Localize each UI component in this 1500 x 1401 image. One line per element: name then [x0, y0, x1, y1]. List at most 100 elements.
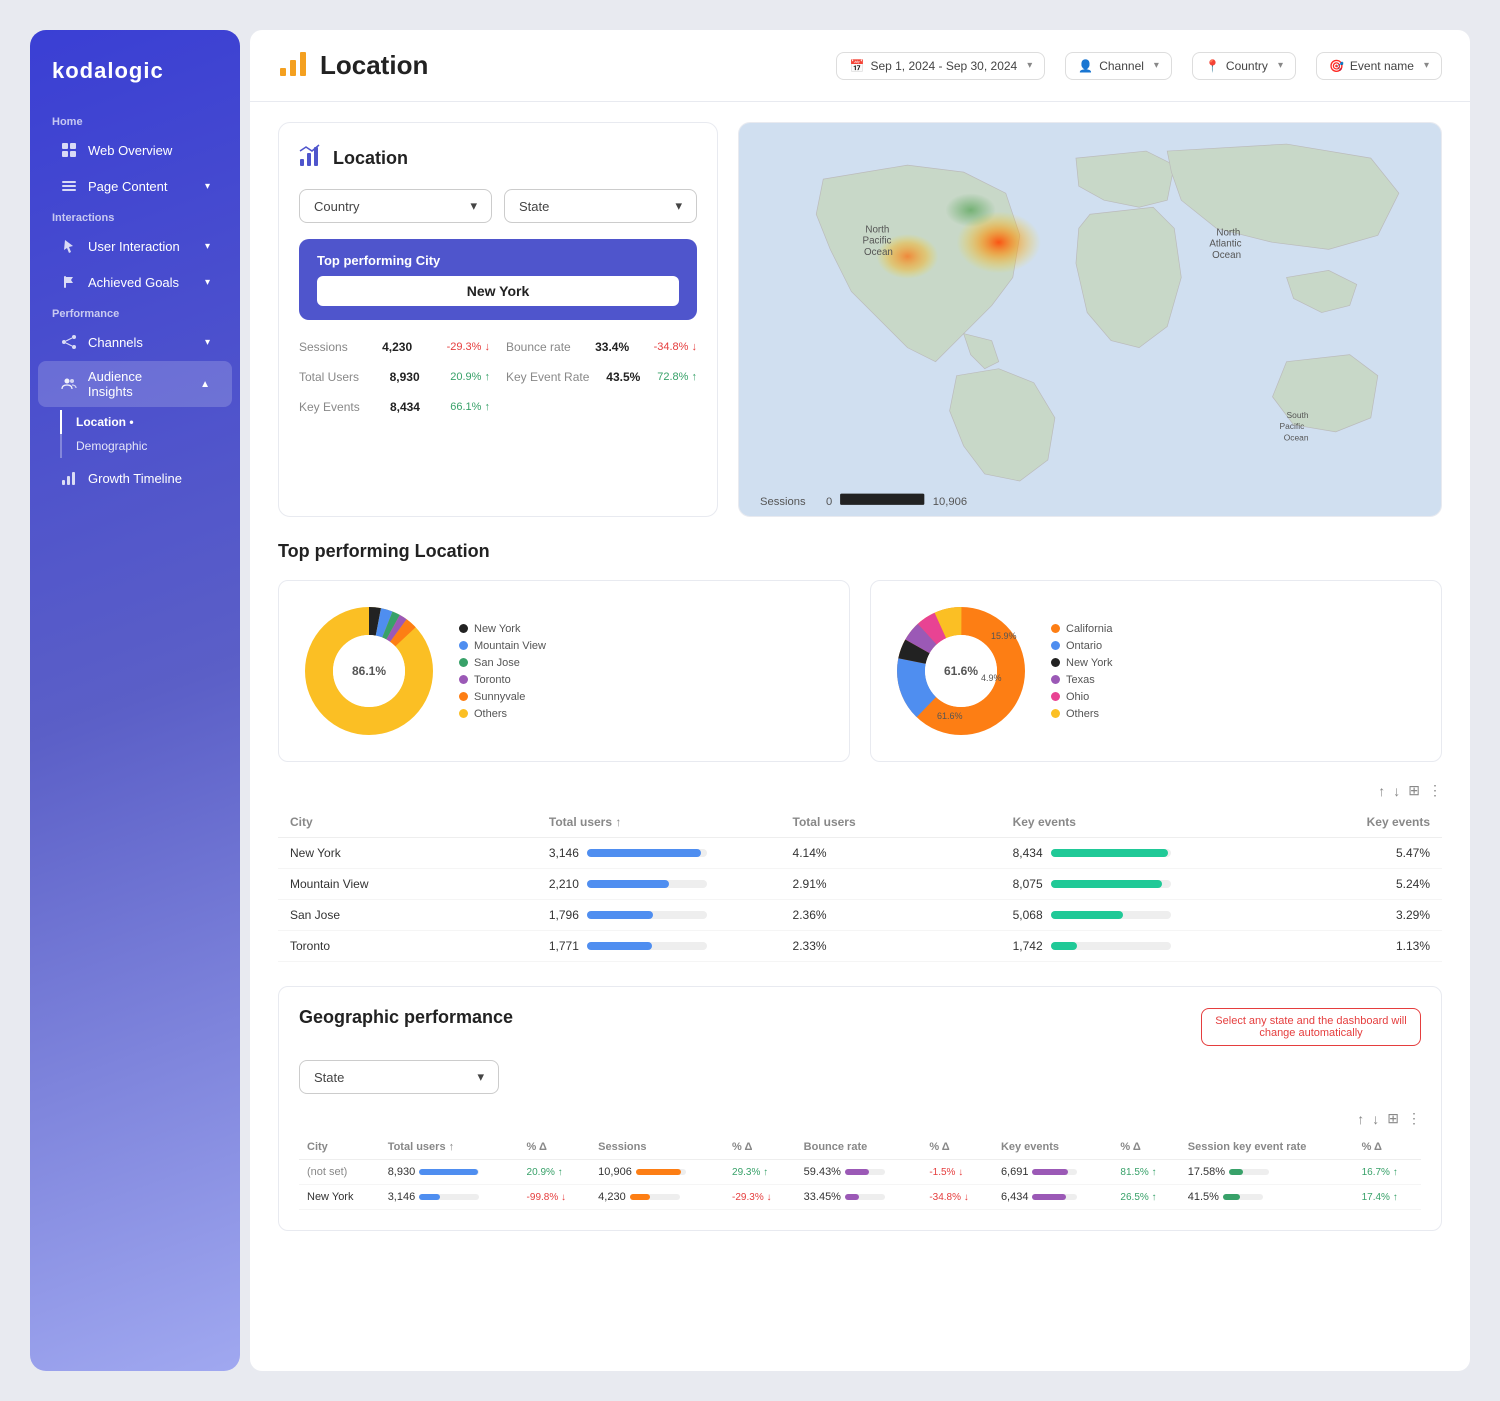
legend-label-newyork-state: New York [1066, 657, 1112, 669]
col-total-users-bar[interactable]: Total users ↑ [537, 807, 781, 838]
channel-icon: 👤 [1078, 59, 1093, 73]
key-events-pct-cell: 5.24% [1221, 869, 1442, 900]
svg-text:61.6%: 61.6% [937, 711, 963, 721]
flag-icon [60, 273, 78, 291]
state-donut-label: 61.6% [944, 664, 978, 678]
main-content: Location 📅 Sep 1, 2024 - Sep 30, 2024 ▾ … [250, 30, 1470, 1371]
sidebar-item-page-content[interactable]: Page Content ▾ [38, 169, 232, 203]
geo-tu-delta: -99.8% ↓ [519, 1185, 591, 1210]
geo-col-ke-delta: % Δ [1112, 1135, 1179, 1160]
key-events-pct-cell: 3.29% [1221, 900, 1442, 931]
metric-sessions-change: -29.3% ↓ [447, 341, 490, 353]
sidebar-item-web-overview[interactable]: Web Overview [38, 133, 232, 167]
sidebar-item-channels[interactable]: Channels ▾ [38, 325, 232, 359]
map-card: North Pacific Ocean North Atlantic Ocean… [738, 122, 1442, 517]
col-total-users-pct: Total users [781, 807, 1001, 838]
geo-col-city: City [299, 1135, 380, 1160]
date-range-label: Sep 1, 2024 - Sep 30, 2024 [870, 59, 1017, 73]
page-title-area: Location [278, 46, 816, 85]
chevron-icon-page-content: ▾ [205, 181, 210, 192]
top-city-name: New York [317, 276, 679, 306]
geo-col-skev: Session key event rate [1180, 1135, 1354, 1160]
legend-item-california: California [1051, 623, 1112, 635]
chevron-icon-channels: ▾ [205, 337, 210, 348]
metric-total-users: Total Users 8,930 20.9% ↑ [299, 366, 490, 388]
geo-state-select[interactable]: State ▾ [299, 1060, 499, 1094]
legend-dot-mountain-view [459, 641, 468, 650]
sidebar-subitem-location[interactable]: Location • [60, 410, 232, 434]
legend-item-others-state: Others [1051, 708, 1112, 720]
svg-text:Pacific: Pacific [1280, 421, 1305, 431]
geo-ke-delta: 81.5% ↑ [1112, 1160, 1179, 1185]
event-icon: 🎯 [1329, 59, 1344, 73]
geo-sort-asc-icon[interactable]: ↑ [1357, 1111, 1364, 1127]
key-events-bar-cell: 8,434 [1001, 838, 1222, 869]
pin-icon: 📍 [1205, 59, 1220, 73]
key-events-pct-cell: 5.47% [1221, 838, 1442, 869]
top-city-label: Top performing City [317, 253, 679, 268]
svg-text:Pacific: Pacific [863, 236, 892, 247]
legend-dot-texas [1051, 675, 1060, 684]
sidebar-label-achieved-goals: Achieved Goals [88, 275, 179, 290]
total-users-pct-cell: 2.33% [781, 931, 1001, 962]
legend-dot-ohio [1051, 692, 1060, 701]
bar-chart-icon [299, 143, 323, 173]
sidebar-label-user-interaction: User Interaction [88, 239, 180, 254]
svg-text:10,906: 10,906 [933, 496, 967, 508]
legend-label-san-jose: San Jose [474, 657, 520, 669]
page-title: Location [320, 50, 428, 81]
geo-export-icon[interactable]: ⊞ [1387, 1110, 1399, 1127]
filter-channel[interactable]: 👤 Channel ▾ [1065, 52, 1172, 80]
metric-key-events-change: 66.1% ↑ [450, 401, 490, 413]
sort-desc-icon[interactable]: ↓ [1393, 783, 1400, 799]
chevron-down-icon-event: ▾ [1424, 60, 1429, 71]
geo-col-total-users[interactable]: Total users ↑ [380, 1135, 519, 1160]
sidebar-item-user-interaction[interactable]: User Interaction ▾ [38, 229, 232, 263]
chevron-down-icon-state-select: ▾ [675, 198, 682, 214]
city-cell: Mountain View [278, 869, 537, 900]
table-row: San Jose 1,796 2.36% 5,068 [278, 900, 1442, 931]
legend-label-sunnyvale: Sunnyvale [474, 691, 525, 703]
sidebar-subitem-demographic[interactable]: Demographic [60, 434, 232, 458]
filter-country[interactable]: 📍 Country ▾ [1192, 52, 1296, 80]
geo-more-options-icon[interactable]: ⋮ [1407, 1110, 1421, 1127]
export-icon[interactable]: ⊞ [1408, 782, 1420, 799]
metric-key-events: Key Events 8,434 66.1% ↑ [299, 396, 490, 418]
legend-item-toronto: Toronto [459, 674, 546, 686]
table-toolbar-top: ↑ ↓ ⊞ ⋮ [278, 782, 1442, 799]
event-name-label: Event name [1350, 59, 1414, 73]
sort-asc-icon[interactable]: ↑ [1378, 783, 1385, 799]
grid-icon [60, 141, 78, 159]
svg-text:South: South [1287, 410, 1309, 420]
more-options-icon[interactable]: ⋮ [1428, 782, 1442, 799]
metric-total-users-value: 8,930 [390, 370, 420, 384]
filter-date-range[interactable]: 📅 Sep 1, 2024 - Sep 30, 2024 ▾ [836, 52, 1045, 80]
sidebar-label-web-overview: Web Overview [88, 143, 172, 158]
geographic-section: Geographic performance Select any state … [278, 986, 1442, 1231]
metric-key-events-label: Key Events [299, 400, 360, 414]
app-logo: kodalogic [30, 58, 240, 108]
total-users-pct-cell: 2.91% [781, 869, 1001, 900]
legend-item-newyork: New York [459, 623, 546, 635]
country-select[interactable]: Country ▾ [299, 189, 492, 223]
legend-item-san-jose: San Jose [459, 657, 546, 669]
legend-dot-others-state [1051, 709, 1060, 718]
geo-tu-delta: 20.9% ↑ [519, 1160, 591, 1185]
metric-key-event-rate-value: 43.5% [606, 370, 640, 384]
chevron-down-icon-channel: ▾ [1154, 60, 1159, 71]
legend-label-ohio: Ohio [1066, 691, 1089, 703]
state-select[interactable]: State ▾ [504, 189, 697, 223]
filter-event-name[interactable]: 🎯 Event name ▾ [1316, 52, 1442, 80]
geo-col-br-delta: % Δ [921, 1135, 993, 1160]
sidebar-item-achieved-goals[interactable]: Achieved Goals ▾ [38, 265, 232, 299]
sidebar-item-audience-insights[interactable]: Audience Insights ▲ [38, 361, 232, 407]
geo-sort-desc-icon[interactable]: ↓ [1372, 1111, 1379, 1127]
svg-text:0: 0 [826, 496, 832, 508]
geo-col-skev-delta: % Δ [1354, 1135, 1421, 1160]
country-select-label: Country [314, 199, 360, 214]
col-key-events-bar: Key events [1001, 807, 1222, 838]
legend-dot-ontario [1051, 641, 1060, 650]
sidebar-item-growth-timeline[interactable]: Growth Timeline [38, 461, 232, 495]
legend-item-mountain-view: Mountain View [459, 640, 546, 652]
metric-bounce-value: 33.4% [595, 340, 629, 354]
